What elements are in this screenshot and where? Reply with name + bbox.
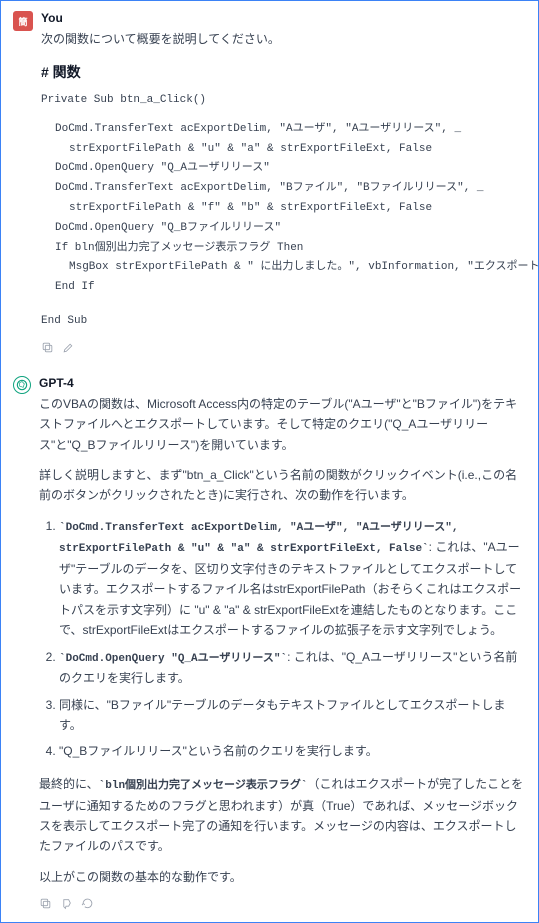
code-line: strExportFilePath & "u" & "a" & strExpor…	[41, 140, 526, 160]
assistant-avatar	[13, 376, 31, 394]
assistant-p3: 最終的に、`bln個別出力完了メッセージ表示フラグ`（これはエクスポートが完了し…	[39, 774, 526, 857]
copy-icon[interactable]	[41, 341, 54, 356]
code-line: DoCmd.TransferText acExportDelim, "Aユーザ"…	[41, 120, 526, 140]
code-line: End If	[41, 278, 526, 298]
list-item: `DoCmd.TransferText acExportDelim, "Aユーザ…	[59, 516, 526, 641]
copy-icon[interactable]	[39, 897, 52, 912]
assistant-p2: 詳しく説明しますと、まず"btn_a_Click"という名前の関数がクリックイベ…	[39, 465, 526, 506]
assistant-p3-pre: 最終的に、	[39, 777, 99, 791]
code-line: DoCmd.TransferText acExportDelim, "Bファイル…	[41, 179, 526, 199]
user-code-heading: # 関数	[41, 61, 526, 85]
assistant-p3-code: `bln個別出力完了メッセージ表示フラグ`	[99, 780, 308, 792]
user-content: 次の関数について概要を説明してください。 # 関数 Private Sub bt…	[41, 29, 526, 356]
message-actions	[39, 897, 526, 912]
assistant-message: GPT-4 このVBAの関数は、Microsoft Access内の特定のテーブ…	[1, 366, 538, 922]
assistant-p1: このVBAの関数は、Microsoft Access内の特定のテーブル("Aユー…	[39, 394, 526, 455]
user-intro: 次の関数について概要を説明してください。	[41, 29, 526, 49]
list-item: `DoCmd.OpenQuery "Q_Aユーザリリース"`: これは、"Q_A…	[59, 647, 526, 689]
code-line: If bln個別出力完了メッセージ表示フラグ Then	[41, 239, 526, 259]
inline-code: `DoCmd.TransferText acExportDelim, "Aユーザ…	[59, 522, 458, 556]
user-avatar: 簡	[13, 11, 33, 31]
code-line: DoCmd.OpenQuery "Q_Bファイルリリース"	[41, 219, 526, 239]
thumbs-down-icon[interactable]	[60, 897, 73, 912]
assistant-label: GPT-4	[39, 376, 526, 390]
user-label: You	[41, 11, 526, 25]
edit-icon[interactable]	[62, 341, 75, 356]
list-item: "Q_Bファイルリリース"という名前のクエリを実行します。	[59, 741, 526, 761]
user-code-sig: Private Sub btn_a_Click()	[41, 91, 526, 110]
code-line: DoCmd.OpenQuery "Q_Aユーザリリース"	[41, 159, 526, 179]
list-item: 同様に、"Bファイル"テーブルのデータもテキストファイルとしてエクスポートします…	[59, 695, 526, 736]
assistant-content: このVBAの関数は、Microsoft Access内の特定のテーブル("Aユー…	[39, 394, 526, 912]
user-code-end: End Sub	[41, 312, 526, 331]
code-line: strExportFilePath & "f" & "b" & strExpor…	[41, 199, 526, 219]
message-actions	[41, 341, 526, 356]
inline-code: `DoCmd.OpenQuery "Q_Aユーザリリース"`	[59, 653, 287, 665]
user-code-block: DoCmd.TransferText acExportDelim, "Aユーザ"…	[41, 120, 526, 298]
assistant-ordered-list: `DoCmd.TransferText acExportDelim, "Aユーザ…	[39, 516, 526, 762]
code-line: MsgBox strExportFilePath & " に出力しました。", …	[41, 258, 526, 278]
assistant-p4: 以上がこの関数の基本的な動作です。	[39, 867, 526, 887]
regenerate-icon[interactable]	[81, 897, 94, 912]
user-message: 簡 You 次の関数について概要を説明してください。 # 関数 Private …	[1, 1, 538, 366]
